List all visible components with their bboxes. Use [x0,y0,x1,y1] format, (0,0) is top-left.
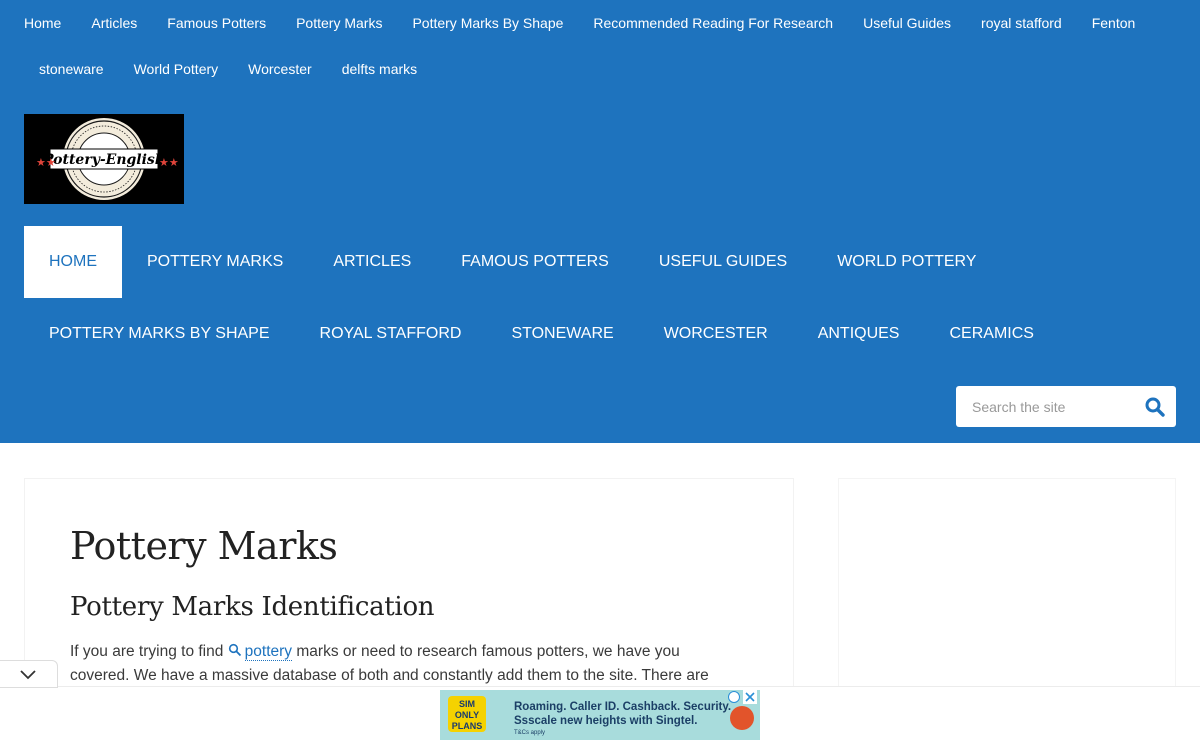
search-input[interactable] [956,386,1136,427]
ad-tagline: Ssscale new heights with Singtel. [514,715,698,727]
ad-headline: Roaming. Caller ID. Cashback. Security. [514,701,732,713]
top-nav-famous-potters[interactable]: Famous Potters [152,0,281,46]
main-nav-pottery-marks[interactable]: POTTERY MARKS [122,226,308,298]
ad-mascot-icon [730,706,754,730]
top-nav-fenton[interactable]: Fenton [1077,0,1151,46]
svg-text:★★: ★★ [36,157,56,169]
ad-close-icon[interactable] [743,690,757,704]
main-nav-ceramics[interactable]: CERAMICS [924,298,1058,370]
top-nav-worcester[interactable]: Worcester [233,46,327,92]
intro-paragraph: If you are trying to find pottery marks … [70,640,730,688]
magnifier-icon [228,643,241,657]
main-navigation: HOME POTTERY MARKS ARTICLES FAMOUS POTTE… [24,226,1124,370]
advertisement-banner[interactable]: SIM ONLY PLANS Roaming. Caller ID. Cashb… [440,690,760,740]
ad-terms: T&Cs apply [514,730,546,736]
main-nav-antiques[interactable]: ANTIQUES [793,298,925,370]
top-nav-articles[interactable]: Articles [76,0,152,46]
main-nav-worcester[interactable]: WORCESTER [639,298,793,370]
search-box [956,386,1176,427]
main-nav-famous-potters[interactable]: FAMOUS POTTERS [436,226,634,298]
top-nav-recommended-reading[interactable]: Recommended Reading For Research [578,0,848,46]
top-nav-delfts-marks[interactable]: delfts marks [327,46,432,92]
main-nav-world-pottery[interactable]: WORLD POTTERY [812,226,1001,298]
chevron-down-icon [20,670,36,680]
top-nav-pottery-marks-by-shape[interactable]: Pottery Marks By Shape [397,0,578,46]
intro-text-start: If you are trying to find [70,643,228,660]
top-nav-royal-stafford[interactable]: royal stafford [966,0,1077,46]
main-nav-articles[interactable]: ARTICLES [308,226,436,298]
main-nav-home[interactable]: HOME [24,226,122,298]
top-nav-home[interactable]: Home [24,0,76,46]
top-navigation: Home Articles Famous Potters Pottery Mar… [24,0,1184,92]
top-nav-pottery-marks[interactable]: Pottery Marks [281,0,397,46]
main-nav-pottery-marks-by-shape[interactable]: POTTERY MARKS BY SHAPE [24,298,295,370]
ad-info-icon[interactable] [728,691,740,703]
section-heading: Pottery Marks Identification [70,592,435,622]
site-header: Home Articles Famous Potters Pottery Mar… [0,0,1200,443]
page-title: Pottery Marks [70,524,338,568]
logo-wordmark: Pottery-English [42,152,165,168]
search-icon[interactable] [1144,396,1166,418]
logo-emblem-icon: Pottery-English ★★ ★★ [24,114,184,204]
svg-text:★★: ★★ [159,157,179,169]
main-nav-useful-guides[interactable]: USEFUL GUIDES [634,226,812,298]
top-nav-useful-guides[interactable]: Useful Guides [848,0,966,46]
main-nav-stoneware[interactable]: STONEWARE [486,298,638,370]
pottery-keyword-link[interactable]: pottery [244,643,293,661]
ad-badge: SIM ONLY PLANS [448,696,486,732]
top-nav-world-pottery[interactable]: World Pottery [119,46,234,92]
ad-collapse-toggle[interactable] [0,660,58,688]
site-logo[interactable]: Pottery-English ★★ ★★ [24,114,184,204]
top-nav-stoneware[interactable]: stoneware [24,46,119,92]
main-nav-royal-stafford[interactable]: ROYAL STAFFORD [295,298,487,370]
